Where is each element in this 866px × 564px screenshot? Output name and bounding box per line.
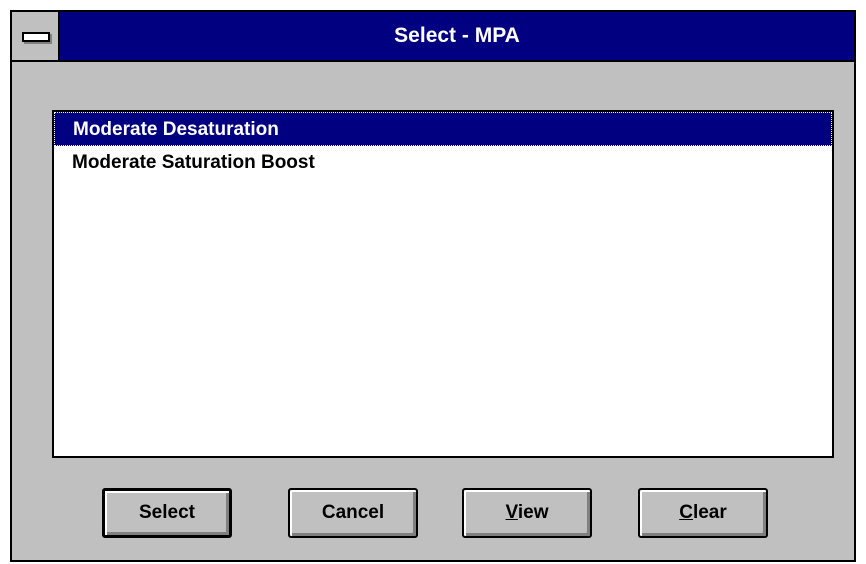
title-bar[interactable]: Select - MPA — [12, 12, 854, 62]
clear-mnemonic: C — [679, 502, 693, 523]
select-mpa-dialog: Select - MPA Moderate Desaturation Moder… — [10, 10, 856, 562]
select-button[interactable]: Select — [102, 488, 232, 538]
view-button[interactable]: View — [462, 488, 592, 538]
list-item[interactable]: Moderate Desaturation — [54, 112, 832, 146]
mpa-listbox[interactable]: Moderate Desaturation Moderate Saturatio… — [52, 110, 834, 458]
clear-button[interactable]: Clear — [638, 488, 768, 538]
window-title: Select - MPA — [394, 24, 520, 47]
cancel-button[interactable]: Cancel — [288, 488, 418, 538]
view-mnemonic: V — [505, 502, 518, 523]
system-menu-button[interactable] — [12, 12, 60, 60]
view-label-rest: iew — [517, 502, 549, 523]
system-menu-icon — [22, 32, 50, 42]
clear-label-rest: lear — [692, 502, 727, 523]
list-item[interactable]: Moderate Saturation Boost — [54, 146, 832, 180]
